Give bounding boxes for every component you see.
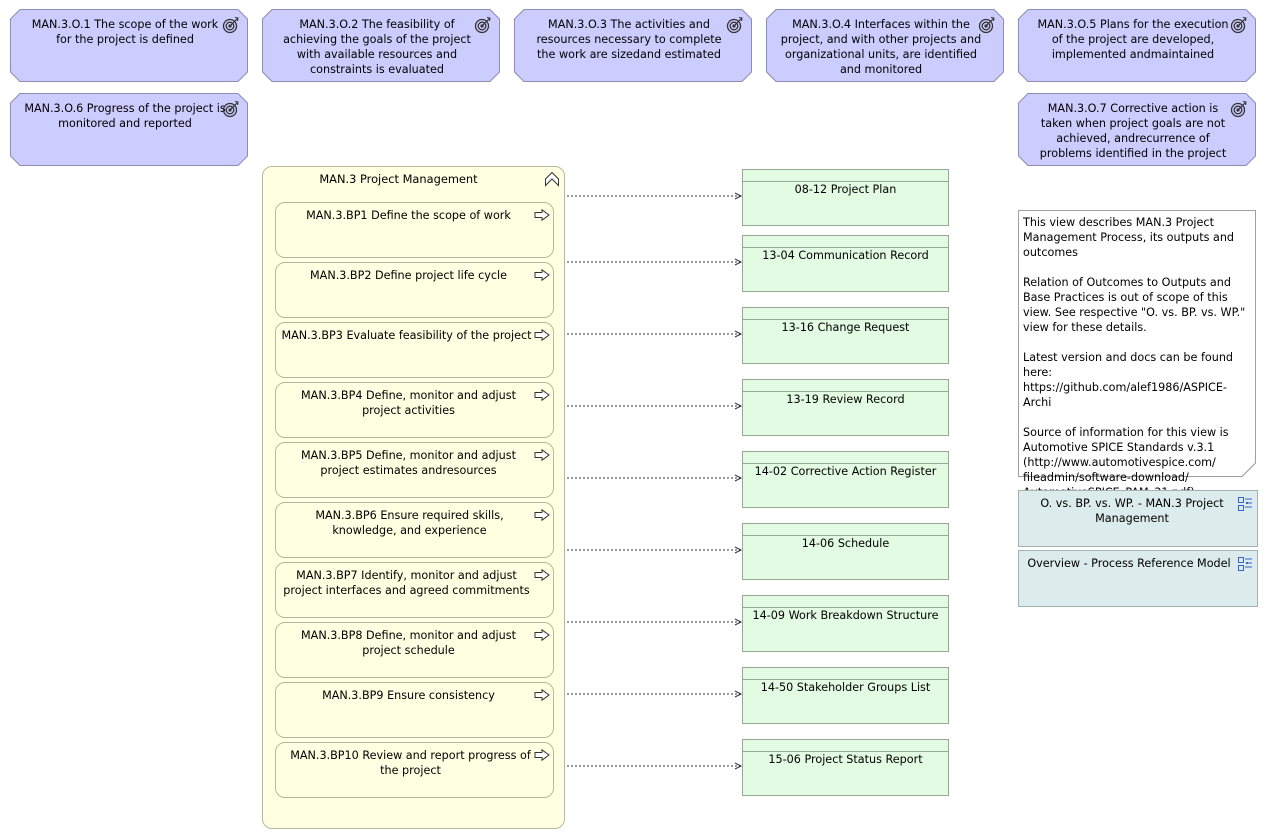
outcome-o2[interactable]: MAN.3.O.2 The feasibility of achieving t… bbox=[262, 9, 500, 82]
goal-target-icon bbox=[474, 17, 491, 34]
process-arrow-icon bbox=[534, 749, 550, 761]
diagram-view-icon bbox=[1238, 557, 1252, 571]
goal-target-icon bbox=[1230, 101, 1247, 118]
work-product-header-band bbox=[743, 668, 948, 680]
base-practice-label: MAN.3.BP10 Review and report progress of… bbox=[290, 749, 531, 777]
outcome-label: MAN.3.O.6 Progress of the project is mon… bbox=[24, 102, 226, 130]
outcome-label: MAN.3.O.1 The scope of the work for the … bbox=[31, 18, 219, 46]
base-practice-bp10[interactable]: MAN.3.BP10 Review and report progress of… bbox=[275, 742, 554, 798]
diagram-view-icon bbox=[1238, 497, 1252, 511]
process-arrow-icon bbox=[534, 689, 550, 701]
note-text: This view describes MAN.3 Project Manage… bbox=[1023, 216, 1246, 499]
process-arrow-icon bbox=[534, 449, 550, 461]
work-product-header-band bbox=[743, 308, 948, 320]
view-reference-overview-prm[interactable]: Overview - Process Reference Model bbox=[1018, 550, 1258, 607]
work-product-15-06[interactable]: 15-06 Project Status Report bbox=[742, 739, 949, 796]
base-practice-label: MAN.3.BP8 Define, monitor and adjust pro… bbox=[301, 629, 516, 657]
connector-arrowhead bbox=[734, 546, 743, 554]
outcome-label: MAN.3.O.5 Plans for the execution of the… bbox=[1037, 18, 1229, 61]
base-practice-bp1[interactable]: MAN.3.BP1 Define the scope of work bbox=[275, 202, 554, 258]
base-practice-bp2[interactable]: MAN.3.BP2 Define project life cycle bbox=[275, 262, 554, 318]
work-product-label: 13-19 Review Record bbox=[786, 393, 905, 406]
view-reference-label: Overview - Process Reference Model bbox=[1027, 557, 1231, 570]
work-product-14-06[interactable]: 14-06 Schedule bbox=[742, 523, 949, 580]
work-product-header-band bbox=[743, 236, 948, 248]
goal-target-icon bbox=[726, 17, 743, 34]
work-product-label: 13-16 Change Request bbox=[781, 321, 910, 334]
base-practice-label: MAN.3.BP7 Identify, monitor and adjust p… bbox=[283, 569, 530, 597]
connector-arrowhead bbox=[734, 192, 743, 200]
connector-arrowhead bbox=[734, 402, 743, 410]
work-product-label: 14-02 Corrective Action Register bbox=[754, 465, 937, 478]
work-product-header-band bbox=[743, 170, 948, 182]
base-practice-bp4[interactable]: MAN.3.BP4 Define, monitor and adjust pro… bbox=[275, 382, 554, 438]
process-arrow-icon bbox=[534, 509, 550, 521]
base-practice-bp5[interactable]: MAN.3.BP5 Define, monitor and adjust pro… bbox=[275, 442, 554, 498]
goal-target-icon bbox=[1230, 17, 1247, 34]
base-practice-label: MAN.3.BP4 Define, monitor and adjust pro… bbox=[301, 389, 516, 417]
work-product-label: 15-06 Project Status Report bbox=[768, 753, 923, 766]
outcome-label: MAN.3.O.7 Corrective action is taken whe… bbox=[1039, 102, 1227, 160]
work-product-header-band bbox=[743, 452, 948, 464]
work-product-08-12[interactable]: 08-12 Project Plan bbox=[742, 169, 949, 226]
process-arrow-icon bbox=[534, 209, 550, 221]
work-product-13-04[interactable]: 13-04 Communication Record bbox=[742, 235, 949, 292]
base-practice-bp8[interactable]: MAN.3.BP8 Define, monitor and adjust pro… bbox=[275, 622, 554, 678]
work-product-13-16[interactable]: 13-16 Change Request bbox=[742, 307, 949, 364]
work-product-header-band bbox=[743, 596, 948, 608]
process-man3[interactable]: MAN.3 Project Management MAN.3.BP1 Defin… bbox=[262, 166, 565, 829]
work-product-14-50[interactable]: 14-50 Stakeholder Groups List bbox=[742, 667, 949, 724]
base-practice-label: MAN.3.BP3 Evaluate feasibility of the pr… bbox=[281, 329, 532, 342]
goal-target-icon bbox=[978, 17, 995, 34]
base-practice-label: MAN.3.BP1 Define the scope of work bbox=[306, 209, 511, 222]
work-product-label: 14-50 Stakeholder Groups List bbox=[760, 681, 931, 694]
work-product-header-band bbox=[743, 740, 948, 752]
work-product-13-19[interactable]: 13-19 Review Record bbox=[742, 379, 949, 436]
base-practice-bp3[interactable]: MAN.3.BP3 Evaluate feasibility of the pr… bbox=[275, 322, 554, 378]
process-arrow-icon bbox=[534, 629, 550, 641]
view-reference-label: O. vs. BP. vs. WP. - MAN.3 Project Manag… bbox=[1040, 497, 1224, 525]
connector-arrowhead bbox=[734, 690, 743, 698]
connector-arrowhead bbox=[734, 618, 743, 626]
process-title: MAN.3 Project Management bbox=[319, 172, 478, 186]
connector-arrowhead bbox=[734, 330, 743, 338]
work-product-label: 08-12 Project Plan bbox=[794, 183, 897, 196]
outcome-o3[interactable]: MAN.3.O.3 The activities and resources n… bbox=[514, 9, 752, 82]
work-product-header-band bbox=[743, 524, 948, 536]
outcome-label: MAN.3.O.2 The feasibility of achieving t… bbox=[283, 18, 471, 76]
outcome-o5[interactable]: MAN.3.O.5 Plans for the execution of the… bbox=[1018, 9, 1256, 82]
connector-arrowhead bbox=[734, 474, 743, 482]
work-product-label: 14-06 Schedule bbox=[801, 537, 890, 550]
work-product-label: 13-04 Communication Record bbox=[762, 249, 929, 262]
outcome-label: MAN.3.O.3 The activities and resources n… bbox=[536, 18, 722, 61]
base-practice-bp6[interactable]: MAN.3.BP6 Ensure required skills, knowle… bbox=[275, 502, 554, 558]
outcome-label: MAN.3.O.4 Interfaces within the project,… bbox=[780, 18, 982, 76]
outcome-o7[interactable]: MAN.3.O.7 Corrective action is taken whe… bbox=[1018, 93, 1256, 166]
process-arrow-icon bbox=[534, 329, 550, 341]
work-product-14-09[interactable]: 14-09 Work Breakdown Structure bbox=[742, 595, 949, 652]
process-arrow-icon bbox=[534, 389, 550, 401]
work-product-label: 14-09 Work Breakdown Structure bbox=[752, 609, 939, 622]
connector-arrowhead bbox=[734, 258, 743, 266]
view-description-note[interactable]: This view describes MAN.3 Project Manage… bbox=[1018, 210, 1256, 499]
base-practice-label: MAN.3.BP5 Define, monitor and adjust pro… bbox=[301, 449, 516, 477]
connector-arrowhead bbox=[734, 762, 743, 770]
outcome-o4[interactable]: MAN.3.O.4 Interfaces within the project,… bbox=[766, 9, 1004, 82]
collapse-chevron-icon[interactable] bbox=[544, 171, 560, 187]
base-practice-bp7[interactable]: MAN.3.BP7 Identify, monitor and adjust p… bbox=[275, 562, 554, 618]
base-practice-bp9[interactable]: MAN.3.BP9 Ensure consistency bbox=[275, 682, 554, 738]
view-reference-o-vs-bp-vs-wp[interactable]: O. vs. BP. vs. WP. - MAN.3 Project Manag… bbox=[1018, 490, 1258, 547]
outcome-o1[interactable]: MAN.3.O.1 The scope of the work for the … bbox=[10, 9, 248, 82]
base-practice-label: MAN.3.BP9 Ensure consistency bbox=[322, 689, 495, 702]
outcome-o6[interactable]: MAN.3.O.6 Progress of the project is mon… bbox=[10, 93, 248, 166]
work-product-14-02[interactable]: 14-02 Corrective Action Register bbox=[742, 451, 949, 508]
goal-target-icon bbox=[222, 101, 239, 118]
process-arrow-icon bbox=[534, 569, 550, 581]
process-arrow-icon bbox=[534, 269, 550, 281]
goal-target-icon bbox=[222, 17, 239, 34]
base-practice-label: MAN.3.BP6 Ensure required skills, knowle… bbox=[315, 509, 504, 537]
base-practice-label: MAN.3.BP2 Define project life cycle bbox=[310, 269, 507, 282]
work-product-header-band bbox=[743, 380, 948, 392]
